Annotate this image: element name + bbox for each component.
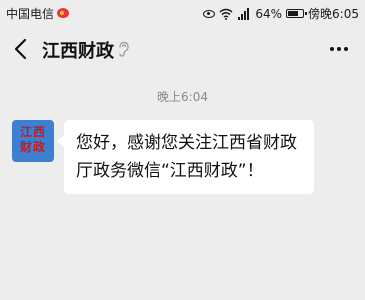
avatar-text: 江西财政 [19,125,46,154]
carrier-label: 中国电信 [6,7,55,21]
message-bubble[interactable]: 您好，感谢您关注江西省财政厅政务微信“江西财政”！ [57,120,314,194]
ear-icon [119,41,129,57]
wifi-icon [219,8,233,20]
clock: 傍晚6:05 [308,7,359,21]
weibo-icon [57,8,69,18]
eye-icon [203,9,216,18]
status-icons: 64% 傍晚6:05 [203,5,359,22]
back-arrow-icon[interactable] [10,37,32,61]
chat-title: 江西财政 [42,41,114,62]
chat-header: 江西财政 [0,26,365,72]
battery-percent: 64% [255,6,283,21]
avatar[interactable]: 江西财政 [12,120,54,162]
message-timestamp: 晚上6:04 [157,90,208,104]
signal-icon [238,7,250,20]
more-icon[interactable] [329,39,349,59]
battery-icon [286,9,308,18]
status-bar: 中国电信 64% 傍晚6:05 [0,0,365,26]
battery-fill [288,11,299,16]
message-text: 您好，感谢您关注江西省财政厅政务微信“江西财政”！ [76,133,297,181]
